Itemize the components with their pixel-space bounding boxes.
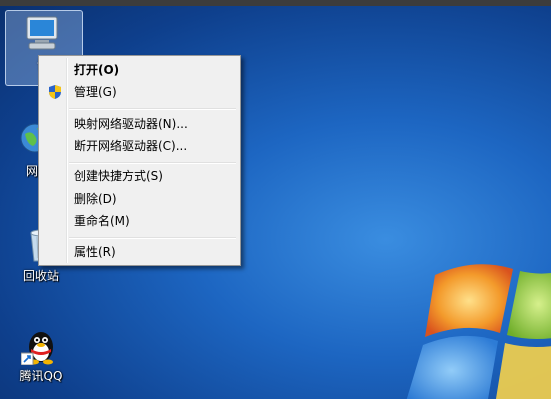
context-menu: 打开(O) 管理(G) 映射网络驱动器(N)... 断开网络驱动器(C)... … — [38, 55, 241, 266]
menu-item-manage[interactable]: 管理(G) — [41, 81, 238, 103]
shield-icon — [47, 84, 63, 100]
menu-item-label: 断开网络驱动器(C)... — [74, 139, 188, 153]
menu-item-label: 打开(O) — [74, 63, 120, 77]
menu-item-map-network-drive[interactable]: 映射网络驱动器(N)... — [41, 113, 238, 135]
menu-item-create-shortcut[interactable]: 创建快捷方式(S) — [41, 165, 238, 187]
menu-item-properties[interactable]: 属性(R) — [41, 241, 238, 263]
menu-item-delete[interactable]: 删除(D) — [41, 188, 238, 210]
menu-item-rename[interactable]: 重命名(M) — [41, 210, 238, 232]
desktop-icon-label: 回收站 — [22, 269, 59, 283]
menu-separator — [69, 237, 236, 239]
menu-item-label: 属性(R) — [74, 245, 116, 259]
qq-penguin-icon — [20, 325, 61, 366]
desktop-icon-label: 腾讯QQ — [19, 369, 63, 383]
menu-separator — [69, 108, 236, 110]
desktop[interactable]: 计 网 回收站 — [0, 0, 551, 399]
top-edge — [0, 0, 551, 6]
menu-item-label: 映射网络驱动器(N)... — [74, 117, 188, 131]
menu-item-open[interactable]: 打开(O) — [41, 59, 238, 81]
windows-logo — [406, 264, 551, 399]
desktop-icon-qq[interactable]: 腾讯QQ — [12, 325, 70, 383]
menu-item-label: 创建快捷方式(S) — [74, 169, 163, 183]
menu-item-label: 管理(G) — [74, 85, 117, 99]
menu-separator — [69, 162, 236, 164]
menu-item-disconnect-network-drive[interactable]: 断开网络驱动器(C)... — [41, 135, 238, 157]
computer-icon — [23, 14, 63, 54]
menu-item-label: 删除(D) — [74, 192, 117, 206]
menu-item-label: 重命名(M) — [74, 214, 130, 228]
